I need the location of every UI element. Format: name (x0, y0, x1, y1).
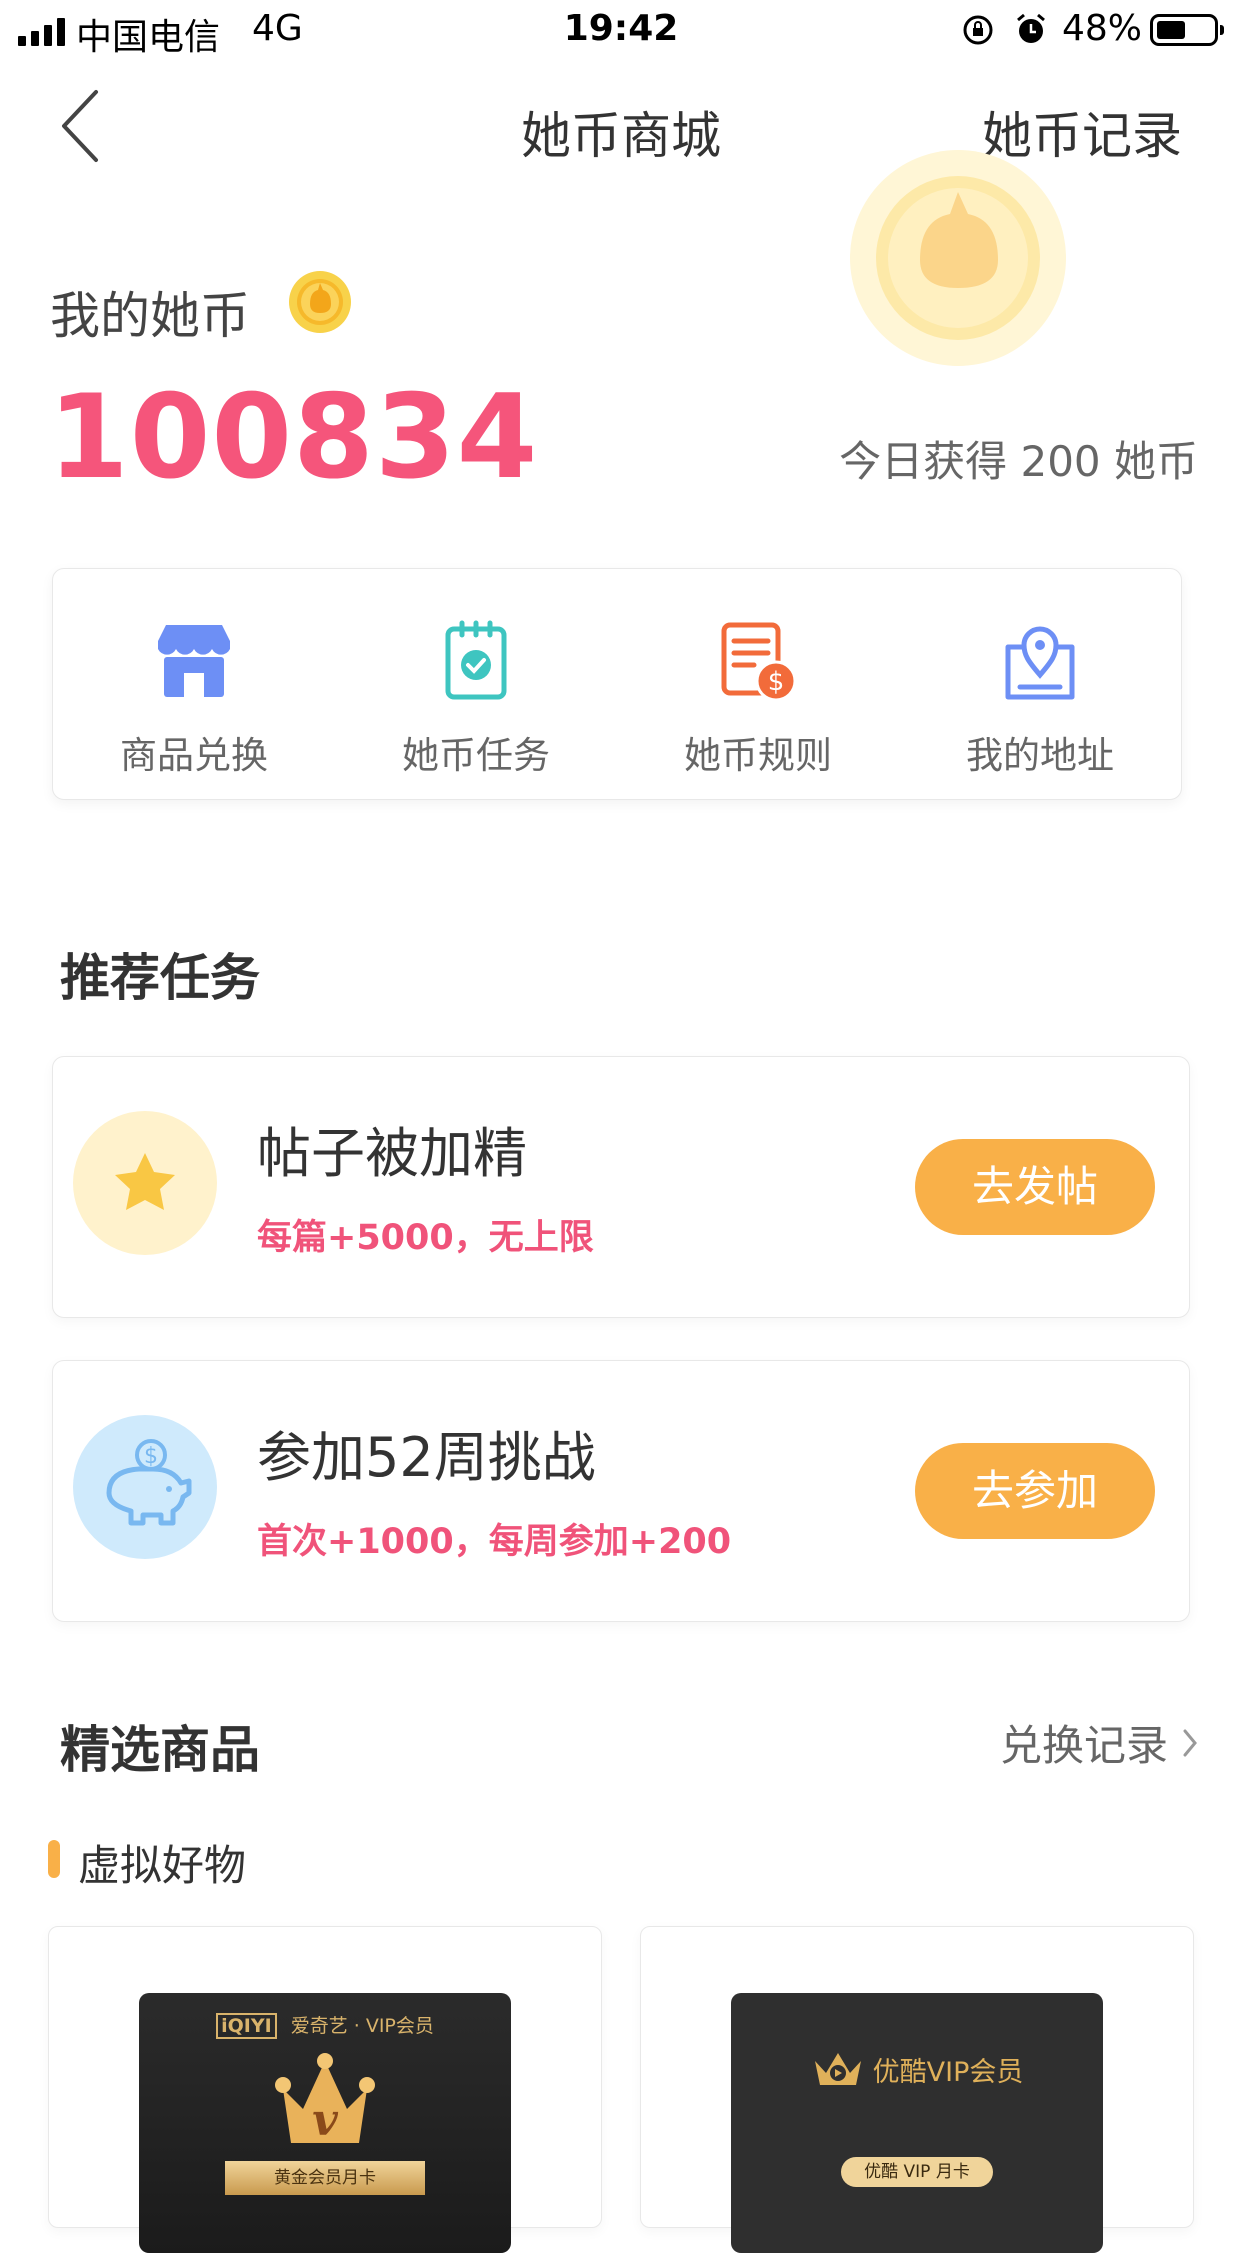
iqiyi-logo: iQIYI (216, 2013, 277, 2039)
category-marker (48, 1840, 60, 1878)
menu-item-address[interactable]: 我的地址 (899, 569, 1181, 799)
location-pin-icon (1005, 626, 1075, 700)
featured-products-title: 精选商品 (60, 1721, 260, 1779)
svg-text:v: v (312, 2095, 338, 2146)
battery-icon (1150, 14, 1224, 46)
iqiyi-vip-card-image: iQIYI 爱奇艺 · VIP会员 v 黄金会员月卡 (139, 1993, 511, 2253)
decorative-coin-icon (850, 150, 1066, 366)
category-title: 虚拟好物 (78, 1841, 247, 1890)
crown-icon: v (275, 2053, 375, 2146)
join-button[interactable]: 去参加 (915, 1443, 1155, 1539)
task-icon-bg (73, 1111, 217, 1255)
task-title: 帖子被加精 (257, 1122, 527, 1185)
task-card-52-week-challenge: $ 参加52周挑战 首次+1000，每周参加+200 去参加 (52, 1360, 1190, 1622)
alarm-icon (1017, 13, 1045, 43)
piggy-bank-icon: $ (106, 1439, 192, 1526)
card-label: 优酷 VIP 月卡 (841, 2157, 993, 2187)
star-icon (115, 1153, 175, 1210)
task-icon-bg: $ (73, 1415, 217, 1559)
task-card-featured-post: 帖子被加精 每篇+5000，无上限 去发帖 (52, 1056, 1190, 1318)
store-icon (158, 625, 230, 697)
svg-text:$: $ (144, 1444, 158, 1469)
rules-document-icon: $ (721, 622, 797, 702)
menu-item-exchange[interactable]: 商品兑换 (53, 569, 335, 799)
chevron-right-icon (1183, 1729, 1197, 1756)
product-card-iqiyi[interactable]: iQIYI 爱奇艺 · VIP会员 v 黄金会员月卡 (48, 1926, 602, 2253)
youku-brand: 优酷VIP会员 (872, 2056, 1024, 2088)
task-reward: 首次+1000，每周参加+200 (257, 1522, 732, 1562)
battery-percentage: 48% (1062, 8, 1143, 49)
today-earned: 今日获得 200 她币 (839, 437, 1198, 486)
task-clipboard-icon (445, 620, 507, 700)
status-bar: 中国电信 4G 19:42 48% (0, 0, 1242, 62)
menu-label: 商品兑换 (120, 734, 268, 777)
exchange-record-link[interactable]: 兑换记录 (1000, 1712, 1198, 1773)
rotation-lock-icon (963, 15, 993, 45)
menu-item-rules[interactable]: $ 她币规则 (617, 569, 899, 799)
youku-vip-card-image: 优酷VIP会员 优酷 VIP 月卡 (731, 1993, 1103, 2253)
product-card-youku[interactable]: 优酷VIP会员 优酷 VIP 月卡 (640, 1926, 1194, 2253)
card-label: 黄金会员月卡 (225, 2161, 425, 2195)
quick-menu: 商品兑换 她币任务 $ 她币规则 我的地址 (52, 568, 1182, 800)
task-reward: 每篇+5000，无上限 (257, 1218, 594, 1258)
crown-icon (814, 2053, 861, 2085)
task-title: 参加52周挑战 (257, 1426, 596, 1489)
exchange-record-label: 兑换记录 (999, 1721, 1168, 1770)
menu-label: 她币规则 (684, 734, 832, 777)
recommended-tasks-title: 推荐任务 (60, 949, 260, 1007)
coin-balance: 100834 (48, 370, 539, 505)
go-post-button[interactable]: 去发帖 (915, 1139, 1155, 1235)
coin-icon (289, 271, 351, 333)
my-coins-label: 我的她币 (50, 287, 250, 345)
menu-label: 我的地址 (966, 734, 1114, 777)
svg-text:$: $ (768, 667, 785, 697)
iqiyi-brand: 爱奇艺 · VIP会员 (290, 2015, 434, 2037)
menu-label: 她币任务 (402, 734, 550, 777)
clock: 19:42 (563, 8, 679, 49)
menu-item-tasks[interactable]: 她币任务 (335, 569, 617, 799)
